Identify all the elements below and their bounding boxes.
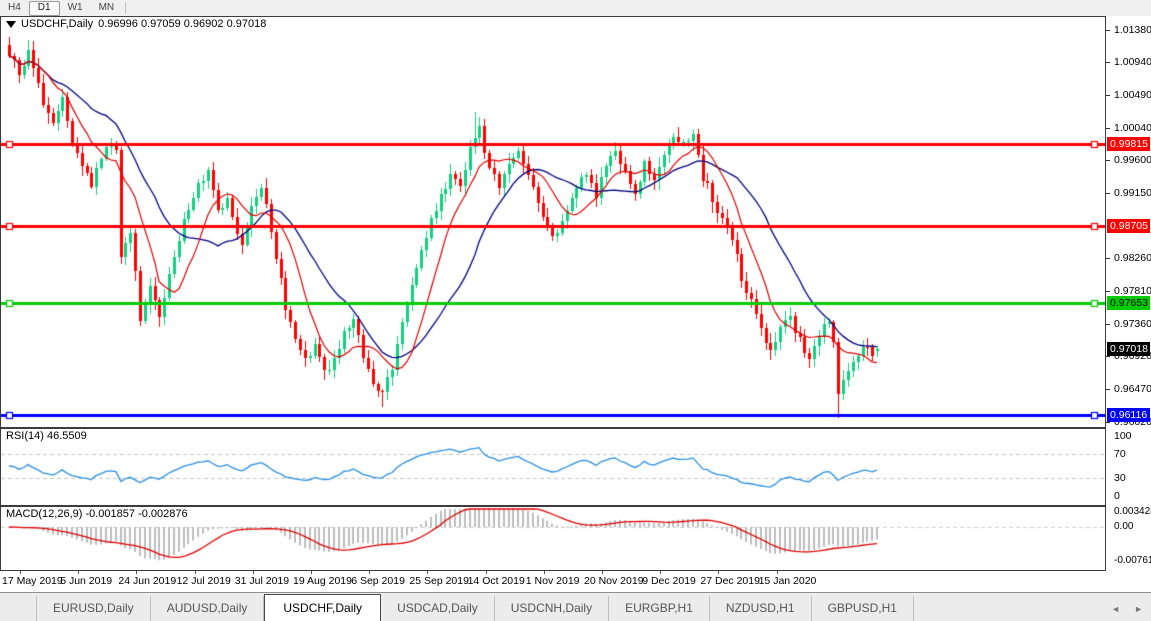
date-label: 24 Jun 2019 <box>118 575 176 587</box>
macd-axis: 0.003428 0.00 -0.007615 <box>1106 506 1151 571</box>
price-tick-mark <box>1106 193 1110 194</box>
date-tick-mark <box>718 571 719 574</box>
timeframe-button-w1[interactable]: W1 <box>60 1 91 15</box>
date-tick-mark <box>311 571 312 574</box>
date-tick-mark <box>20 571 21 574</box>
date-label: 19 Aug 2019 <box>293 575 352 587</box>
price-tick-label: 0.98260 <box>1114 252 1151 264</box>
date-tick-mark <box>369 571 370 574</box>
rsi-panel[interactable]: RSI(14) 46.5509 <box>0 428 1106 506</box>
symbol-tabbar: EURUSD,DailyAUDUSD,DailyUSDCHF,DailyUSDC… <box>0 592 1151 621</box>
rsi-tick-label: 0 <box>1114 490 1120 502</box>
chart-ohlc-values: 0.96996 0.97059 0.96902 0.97018 <box>98 18 266 30</box>
price-tick-label: 0.99600 <box>1114 154 1151 166</box>
macd-title: MACD(12,26,9) -0.001857 -0.002876 <box>6 508 188 520</box>
date-label: 12 Jul 2019 <box>177 575 231 587</box>
price-tick-mark <box>1106 160 1110 161</box>
price-chart-canvas[interactable] <box>1 17 1105 427</box>
hline-price-chip: 0.98705 <box>1107 219 1150 233</box>
price-tick-label: 1.00940 <box>1114 56 1151 68</box>
date-tick-mark <box>486 571 487 574</box>
date-tick-mark <box>602 571 603 574</box>
price-tick-mark <box>1106 389 1110 390</box>
rsi-tick-label: 100 <box>1114 430 1132 442</box>
macd-panel[interactable]: MACD(12,26,9) -0.001857 -0.002876 <box>0 506 1106 571</box>
timeframe-button-d1[interactable]: D1 <box>29 1 60 16</box>
toolbar-separator <box>125 2 126 14</box>
chart-title: USDCHF,Daily 0.96996 0.97059 0.96902 0.9… <box>6 18 266 30</box>
symbol-tab-usdchf[interactable]: USDCHF,Daily <box>264 594 381 621</box>
date-label: 31 Jul 2019 <box>235 575 289 587</box>
date-tick-mark <box>660 571 661 574</box>
price-tick-label: 1.00040 <box>1114 122 1151 134</box>
rsi-title: RSI(14) 46.5509 <box>6 430 87 442</box>
rsi-canvas[interactable] <box>1 429 1105 505</box>
rsi-tick-label: 30 <box>1114 472 1126 484</box>
date-axis: 17 May 20195 Jun 2019 24 Jun 201912 Jul 2… <box>0 571 1106 592</box>
date-label: 20 Nov 2019 <box>584 575 644 587</box>
date-tick-mark <box>427 571 428 574</box>
price-tick-label: 0.99150 <box>1114 187 1151 199</box>
price-tick-mark <box>1106 128 1110 129</box>
date-tick-mark <box>78 571 79 574</box>
date-label: 1 Nov 2019 <box>526 575 580 587</box>
price-tick-label: 1.01380 <box>1114 24 1151 36</box>
macd-tick-label: -0.007615 <box>1114 555 1151 566</box>
timeframe-toolbar: H4D1W1MN <box>0 0 1151 17</box>
current-price-chip: 0.97018 <box>1107 342 1150 356</box>
date-label: 6 Sep 2019 <box>351 575 405 587</box>
price-tick-label: 1.00490 <box>1114 89 1151 101</box>
date-tick-mark <box>777 571 778 574</box>
chart-context-arrow-icon[interactable] <box>6 21 16 28</box>
price-tick-mark <box>1106 291 1110 292</box>
symbol-tab-nzdusd[interactable]: NZDUSD,H1 <box>710 596 812 621</box>
date-label: 9 Dec 2019 <box>642 575 696 587</box>
terminal-window: H4D1W1MN USDCHF,Daily 0.96996 0.97059 0.… <box>0 0 1151 621</box>
date-tick-mark <box>195 571 196 574</box>
date-tick-mark <box>253 571 254 574</box>
price-tick-label: 0.96470 <box>1114 383 1151 395</box>
price-tick-mark <box>1106 30 1110 31</box>
timeframe-button-mn[interactable]: MN <box>91 1 123 15</box>
price-axis: 1.01380 1.00940 1.00490 1.00040 0.99600 0.991… <box>1106 16 1151 428</box>
symbol-tab-audusd[interactable]: AUDUSD,Daily <box>151 596 265 621</box>
price-tick-mark <box>1106 95 1110 96</box>
date-label: 15 Jan 2020 <box>759 575 817 587</box>
hline-price-chip: 0.99815 <box>1107 137 1150 151</box>
timeframe-button-h4[interactable]: H4 <box>0 1 29 15</box>
price-chart-panel[interactable]: USDCHF,Daily 0.96996 0.97059 0.96902 0.9… <box>0 16 1106 428</box>
tab-scroll-right-icon[interactable]: ► <box>1134 604 1143 614</box>
hline-price-chip: 0.97653 <box>1107 296 1150 310</box>
symbol-tab-usdcnh[interactable]: USDCNH,Daily <box>495 596 609 621</box>
price-tick-mark <box>1106 324 1110 325</box>
macd-tick-label: 0.003428 <box>1114 506 1151 517</box>
date-label: 25 Sep 2019 <box>409 575 469 587</box>
tab-scroll-arrows: ◄ ► <box>1111 604 1143 614</box>
date-tick-mark <box>136 571 137 574</box>
hline-price-chip: 0.96116 <box>1107 408 1150 422</box>
rsi-tick-label: 70 <box>1114 448 1126 460</box>
rsi-axis: 100 70 30 0 <box>1106 428 1151 506</box>
date-tick-mark <box>544 571 545 574</box>
date-label: 14 Oct 2019 <box>468 575 525 587</box>
symbol-tab-gbpusd[interactable]: GBPUSD,H1 <box>812 596 914 621</box>
chart-symbol-label: USDCHF,Daily <box>21 18 93 30</box>
price-tick-mark <box>1106 62 1110 63</box>
symbol-tab-eurgbp[interactable]: EURGBP,H1 <box>609 596 710 621</box>
tab-strip: EURUSD,DailyAUDUSD,DailyUSDCHF,DailyUSDC… <box>36 593 914 621</box>
date-label: 27 Dec 2019 <box>700 575 760 587</box>
symbol-tab-usdcad[interactable]: USDCAD,Daily <box>381 596 495 621</box>
price-tick-mark <box>1106 258 1110 259</box>
macd-tick-label: 0.00 <box>1114 521 1133 532</box>
symbol-tab-eurusd[interactable]: EURUSD,Daily <box>36 596 151 621</box>
date-label: 5 Jun 2019 <box>60 575 112 587</box>
price-tick-label: 0.97360 <box>1114 318 1151 330</box>
tab-scroll-left-icon[interactable]: ◄ <box>1111 604 1120 614</box>
date-label: 17 May 2019 <box>2 575 63 587</box>
